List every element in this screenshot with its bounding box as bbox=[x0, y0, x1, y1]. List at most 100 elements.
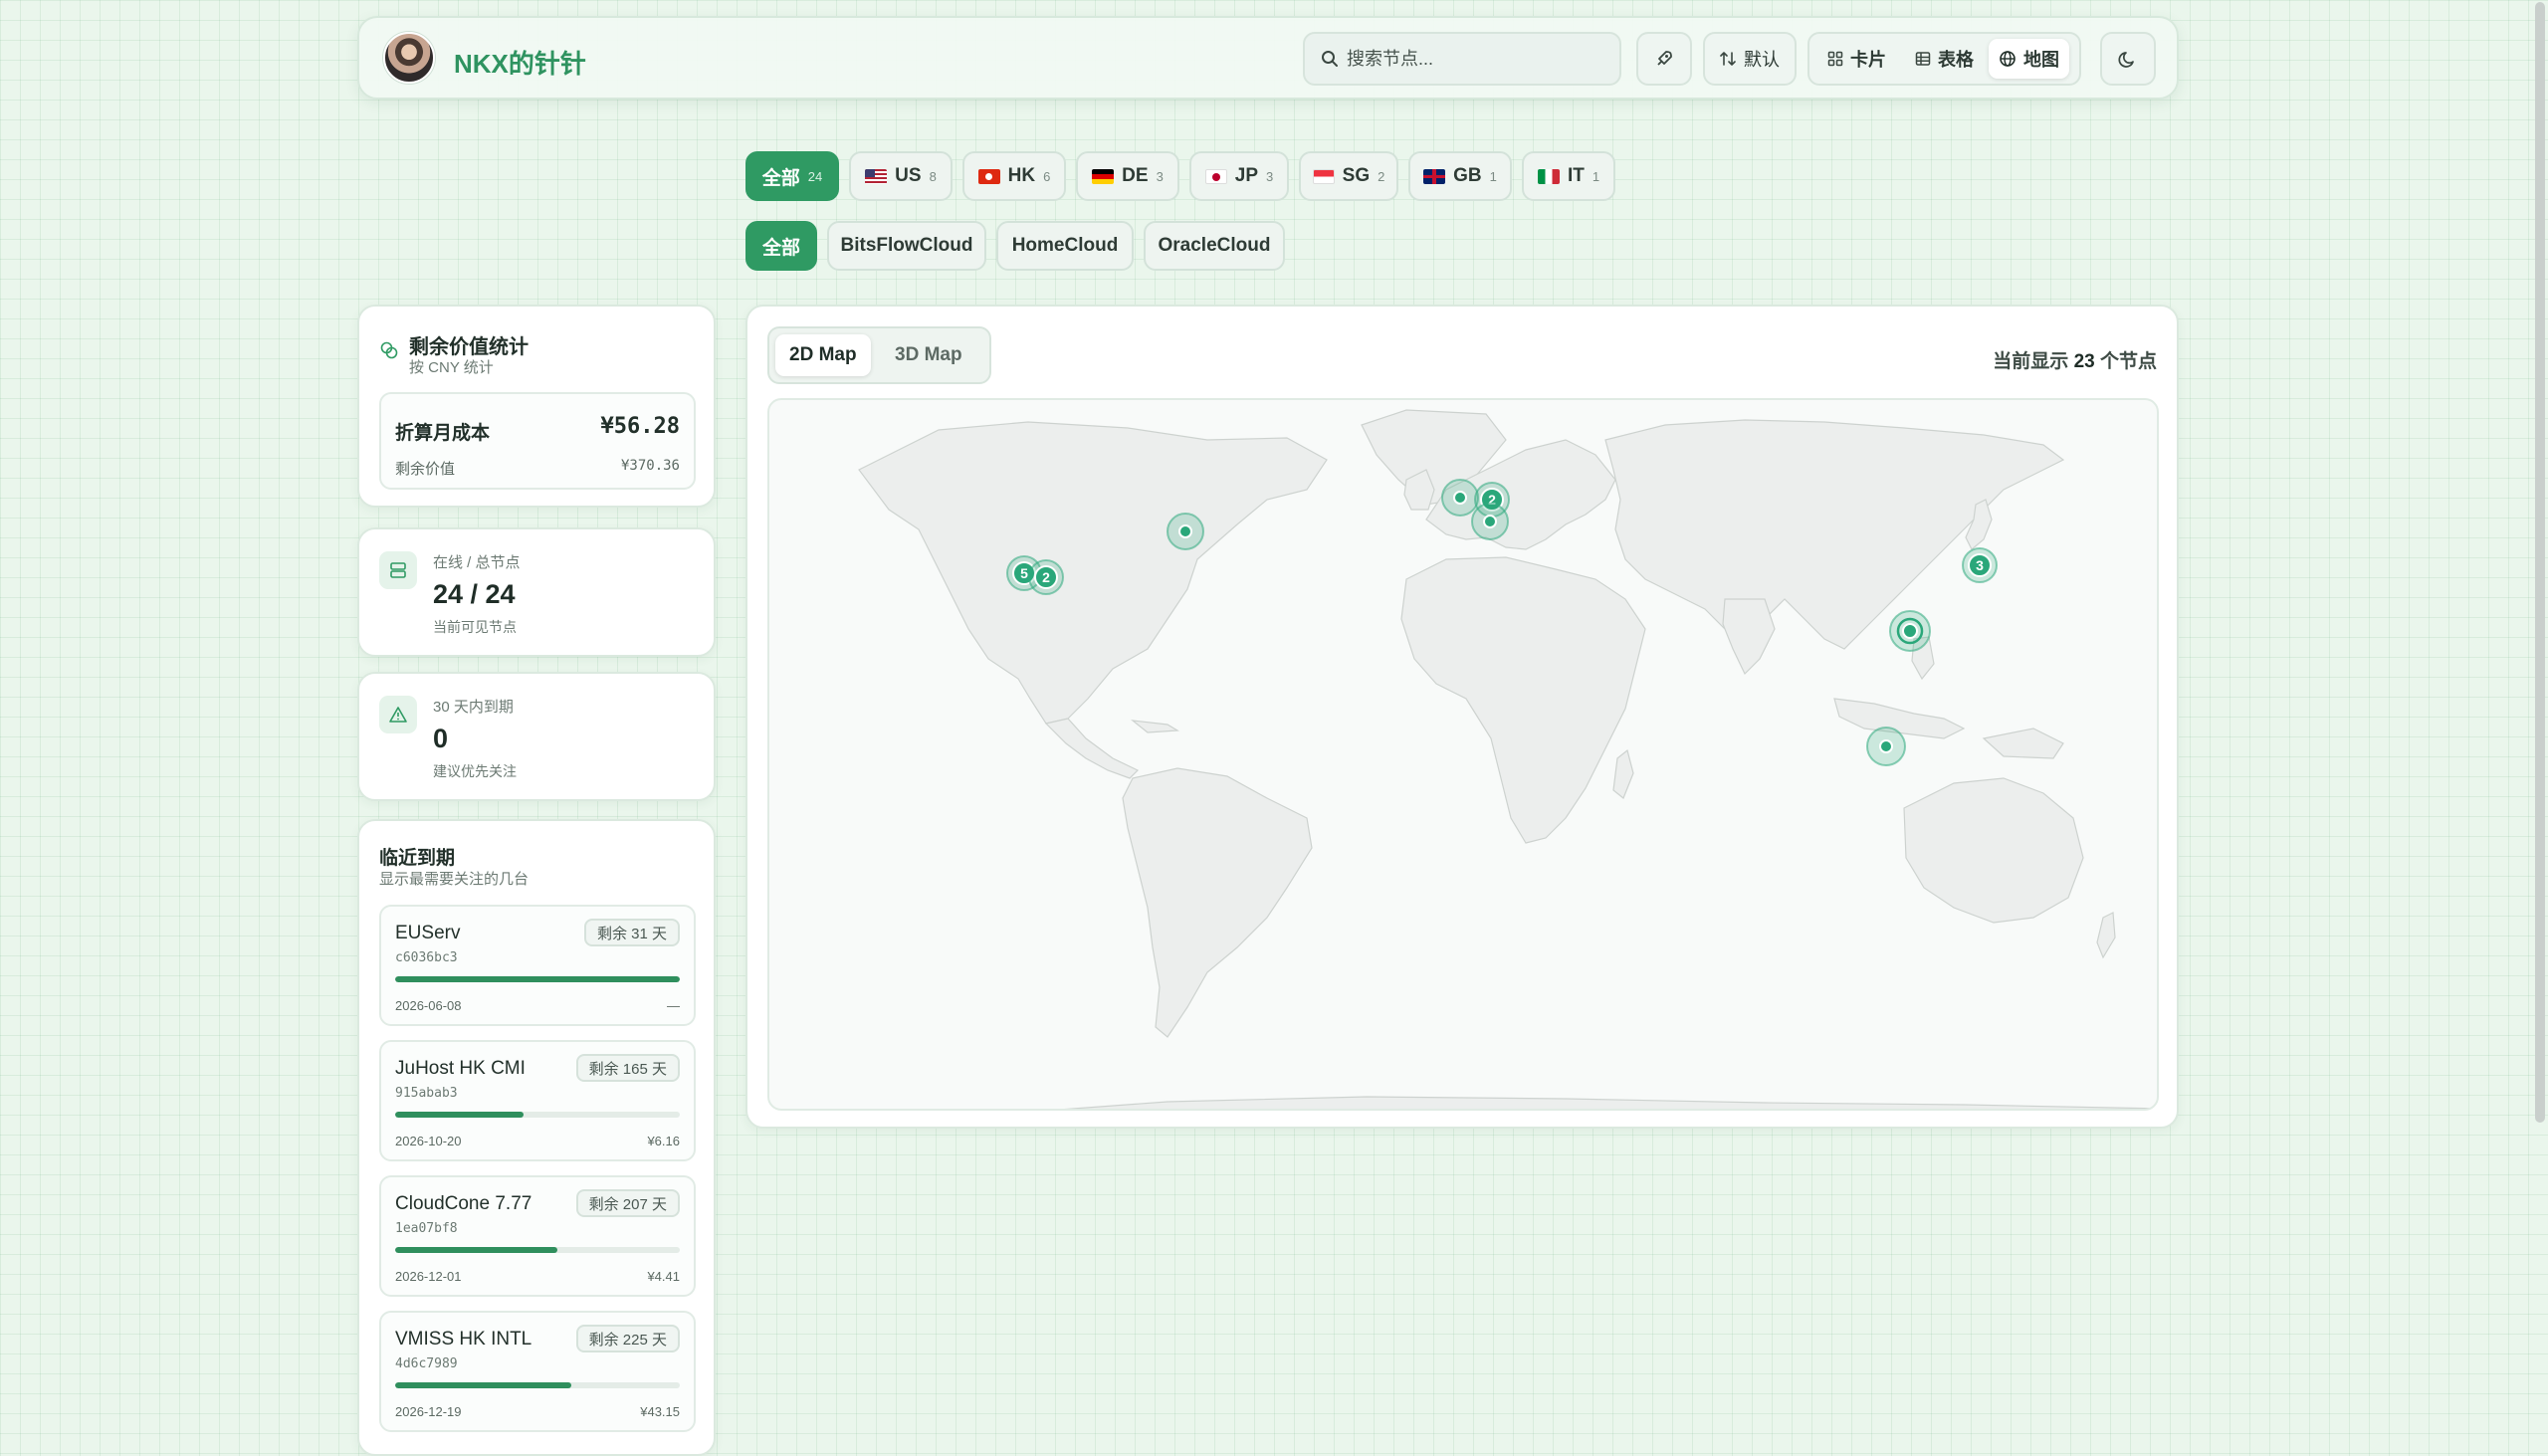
search-input[interactable] bbox=[1347, 48, 1605, 70]
region-filter-hk[interactable]: HK 6 bbox=[962, 151, 1066, 201]
expiry-id: 4d6c7989 bbox=[395, 1356, 458, 1371]
group-filter-bitsflowcloud[interactable]: BitsFlowCloud bbox=[827, 221, 986, 271]
landmass-north-america bbox=[858, 421, 1328, 725]
chip-count: 8 bbox=[929, 168, 937, 184]
monthly-cost-value: ¥56.28 bbox=[600, 414, 680, 439]
tab-2d-map[interactable]: 2D Map bbox=[775, 334, 871, 376]
expiry-days-badge: 剩余 165 天 bbox=[575, 1054, 680, 1082]
expiry-progress-fill bbox=[395, 1382, 572, 1388]
grid-icon bbox=[1827, 51, 1843, 67]
expiry-item[interactable]: CloudCone 7.77 剩余 207 天 1ea07bf8 2026-12… bbox=[379, 1175, 696, 1297]
region-filter-all[interactable]: 全部 24 bbox=[745, 151, 839, 201]
expiry-progress-fill bbox=[395, 1112, 524, 1118]
region-filter-us[interactable]: US 8 bbox=[849, 151, 953, 201]
sort-button[interactable]: 默认 bbox=[1703, 32, 1797, 86]
moon-icon bbox=[2118, 49, 2138, 69]
expiry-id: c6036bc3 bbox=[395, 950, 458, 965]
expiry-price: ¥6.16 bbox=[647, 1134, 680, 1148]
chip-label: IT bbox=[1567, 165, 1585, 186]
chip-count: 1 bbox=[1592, 168, 1600, 184]
view-switcher: 卡片 表格 地图 bbox=[1807, 32, 2081, 86]
expiry-name: JuHost HK CMI bbox=[395, 1058, 526, 1079]
region-filter-gb[interactable]: GB 1 bbox=[1408, 151, 1512, 201]
globe-icon bbox=[1999, 50, 2017, 68]
view-table-label: 表格 bbox=[1938, 50, 1974, 70]
count-suffix: 个节点 bbox=[2099, 351, 2157, 372]
sort-arrows-icon bbox=[1720, 50, 1736, 68]
expiry-item[interactable]: EUServ 剩余 31 天 c6036bc3 2026-06-08 — bbox=[379, 905, 696, 1026]
upcoming-expiry-card: 临近到期 显示最需要关注的几台 EUServ 剩余 31 天 c6036bc3 … bbox=[357, 819, 716, 1456]
rocket-button[interactable] bbox=[1636, 32, 1692, 86]
expiry-progress-fill bbox=[395, 1247, 558, 1253]
avatar[interactable] bbox=[383, 32, 435, 84]
marker-count: 5 bbox=[1020, 565, 1028, 581]
map-marker-us-west-2[interactable]: 2 bbox=[1028, 559, 1064, 595]
upcoming-subtitle: 显示最需要关注的几台 bbox=[379, 871, 530, 888]
table-icon bbox=[1915, 51, 1931, 67]
visible-node-count: 当前显示 23 个节点 bbox=[1993, 346, 2157, 373]
map-marker-sg[interactable] bbox=[1866, 727, 1906, 766]
region-filter-it[interactable]: IT 1 bbox=[1522, 151, 1615, 201]
server-icon bbox=[379, 551, 417, 589]
expiry-days-badge: 剩余 31 天 bbox=[583, 919, 680, 946]
expiry-id: 915abab3 bbox=[395, 1086, 458, 1101]
landmass-south-america bbox=[1122, 767, 1313, 1038]
chip-label: DE bbox=[1122, 165, 1149, 186]
region-filter-de[interactable]: DE 3 bbox=[1076, 151, 1179, 201]
page-scrollbar[interactable] bbox=[2535, 2, 2545, 1123]
landmass-new-zealand bbox=[2096, 912, 2116, 959]
map-marker-eu-south[interactable] bbox=[1471, 503, 1509, 540]
value-stats-card: 剩余价值统计 按 CNY 统计 折算月成本 ¥56.28 剩余价值 ¥370.3… bbox=[357, 305, 716, 508]
search-box[interactable] bbox=[1303, 32, 1621, 86]
group-filter-all[interactable]: 全部 bbox=[745, 221, 817, 271]
map-marker-gb[interactable] bbox=[1441, 479, 1479, 517]
expiry-name: EUServ bbox=[395, 923, 461, 943]
region-filter-jp[interactable]: JP 3 bbox=[1189, 151, 1289, 201]
chip-label: HK bbox=[1007, 165, 1036, 186]
chip-label: SG bbox=[1342, 165, 1371, 186]
expiry-progress bbox=[395, 1247, 680, 1253]
expiry-item[interactable]: JuHost HK CMI 剩余 165 天 915abab3 2026-10-… bbox=[379, 1040, 696, 1161]
remaining-value-label: 剩余价值 bbox=[395, 461, 456, 478]
group-filter-homecloud[interactable]: HomeCloud bbox=[996, 221, 1134, 271]
view-map-button[interactable]: 地图 bbox=[1989, 39, 2069, 79]
value-stats-title: 剩余价值统计 bbox=[409, 336, 529, 358]
online-label: 在线 / 总节点 bbox=[433, 554, 521, 571]
upcoming-title: 临近到期 bbox=[379, 848, 456, 869]
expiry-price: ¥4.41 bbox=[647, 1269, 680, 1284]
hk-flag-icon bbox=[977, 168, 1000, 184]
coins-icon bbox=[379, 340, 399, 360]
expiring-stats-card: 30 天内到期 0 建议优先关注 bbox=[357, 672, 716, 801]
map-marker-us-east[interactable] bbox=[1167, 513, 1204, 550]
view-table-button[interactable]: 表格 bbox=[1905, 39, 1984, 79]
chip-label: GB bbox=[1453, 165, 1482, 186]
chip-label: BitsFlowCloud bbox=[840, 235, 973, 256]
map-card: 2D Map 3D Map 当前显示 23 个节点 5 2 2 3 bbox=[745, 305, 2179, 1129]
group-filter-oraclecloud[interactable]: OracleCloud bbox=[1144, 221, 1285, 271]
de-flag-icon bbox=[1092, 168, 1115, 184]
landmass-antarctica bbox=[1064, 1096, 2157, 1109]
expiry-progress bbox=[395, 1382, 680, 1388]
expiring-value: 0 bbox=[433, 724, 449, 753]
chip-label: 全部 bbox=[761, 237, 800, 259]
region-filter-sg[interactable]: SG 2 bbox=[1299, 151, 1398, 201]
theme-toggle-button[interactable] bbox=[2100, 32, 2156, 86]
expiry-name: VMISS HK INTL bbox=[395, 1329, 532, 1350]
map-marker-jp-3[interactable]: 3 bbox=[1962, 547, 1998, 583]
chip-count: 2 bbox=[1378, 168, 1385, 184]
expiry-price: ¥43.15 bbox=[640, 1404, 680, 1419]
map-marker-hk[interactable] bbox=[1889, 610, 1931, 652]
expiry-progress bbox=[395, 1112, 680, 1118]
world-map-svg: 5 2 2 3 bbox=[858, 409, 2157, 1109]
landmass-asia bbox=[1604, 419, 2065, 650]
expiring-note: 建议优先关注 bbox=[433, 763, 517, 779]
world-map[interactable]: 5 2 2 3 bbox=[767, 398, 2159, 1111]
monthly-cost-label: 折算月成本 bbox=[395, 423, 491, 444]
landmass-australia bbox=[1903, 777, 2084, 924]
search-icon bbox=[1321, 50, 1339, 68]
view-card-button[interactable]: 卡片 bbox=[1817, 39, 1896, 79]
chip-count: 3 bbox=[1156, 168, 1164, 184]
tab-3d-map[interactable]: 3D Map bbox=[881, 334, 976, 376]
expiry-item[interactable]: VMISS HK INTL 剩余 225 天 4d6c7989 2026-12-… bbox=[379, 1311, 696, 1432]
landmass-new-guinea bbox=[1982, 728, 2064, 759]
